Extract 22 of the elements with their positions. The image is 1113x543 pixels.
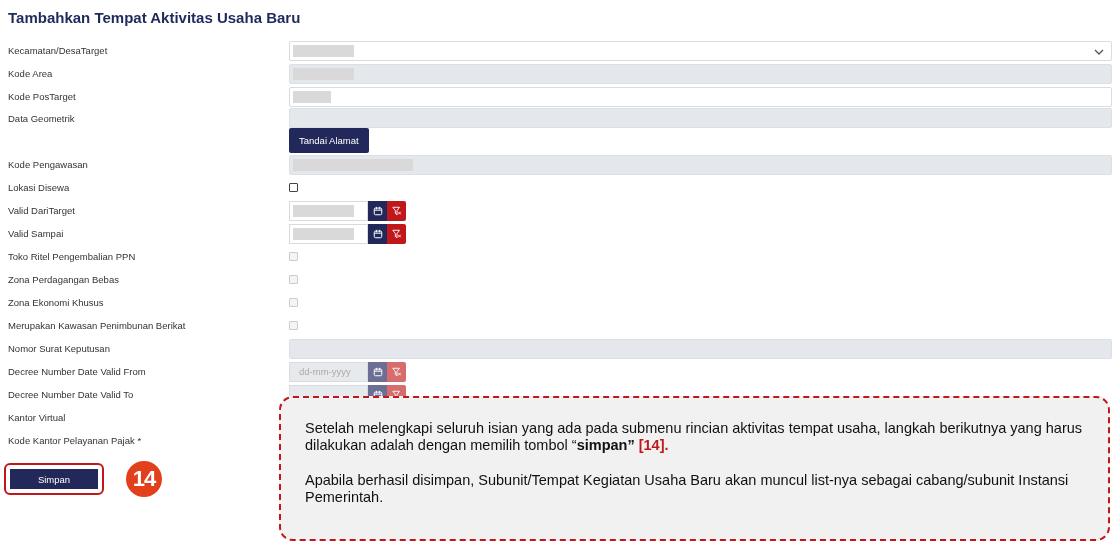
field-label: Decree Number Date Valid From: [7, 366, 147, 377]
field-label: Kode Kantor Pelayanan Pajak *: [7, 435, 143, 446]
field-label: Lokasi Disewa: [7, 182, 71, 193]
field-label: Kode PosTarget: [7, 91, 77, 102]
field-label: Nomor Surat Keputusan: [7, 343, 111, 354]
field-label: Kantor Virtual: [7, 412, 67, 423]
field-label: Kode Area: [7, 68, 54, 79]
page-title: Tambahkan Tempat Aktivitas Usaha Baru: [8, 9, 301, 26]
field-label: Kecamatan/DesaTarget: [7, 45, 109, 56]
save-button[interactable]: Simpan: [6, 465, 102, 493]
field-label: Zona Ekonomi Khusus: [7, 297, 105, 308]
instruction-text: Setelah melengkapi seluruh isian yang ada pada submenu rincian aktivitas tempat usaha, langkah berikutnya yang harus dilakukan adalah dengan memilih tombol “simpan” [14].: [305, 420, 1084, 454]
field-label: Valid DariTarget: [7, 205, 76, 216]
instruction-text: Apabila berhasil disimpan, Subunit/Tempat Kegiatan Usaha Baru akan muncul list-nya sebagai cabang/subunit Instansi Pemerintah.: [305, 472, 1070, 506]
step-badge: 14: [126, 461, 162, 497]
field-label: Toko Ritel Pengembalian PPN: [7, 251, 137, 262]
field-label: Merupakan Kawasan Penimbunan Berikat: [7, 320, 187, 331]
field-label: Data Geometrik: [7, 113, 76, 124]
field-label: Zona Perdagangan Bebas: [7, 274, 120, 285]
field-label: Kode Pengawasan: [7, 159, 89, 170]
field-label: Decree Number Date Valid To: [7, 389, 135, 400]
field-label: Valid Sampai: [7, 228, 65, 239]
